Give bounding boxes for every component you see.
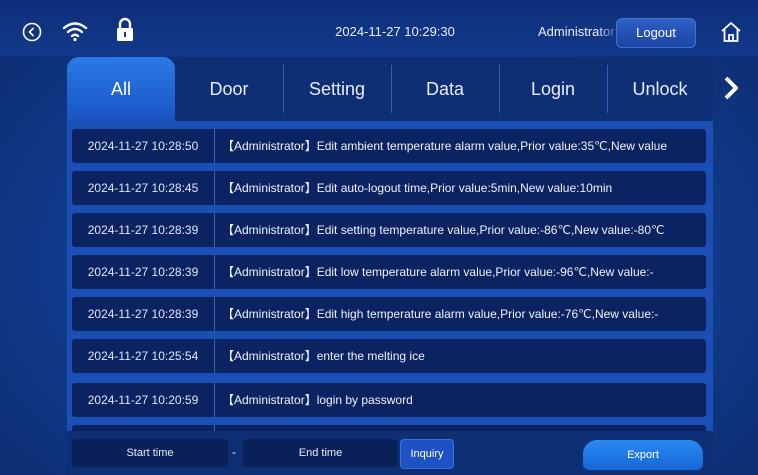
log-text: 【Administrator】login by password bbox=[222, 393, 413, 407]
log-text: 【Administrator】Edit low temperature alar… bbox=[222, 265, 654, 279]
lock-icon bbox=[117, 17, 133, 41]
log-row[interactable]: 2024-11-27 10:28:39 【Administrator】Edit … bbox=[72, 213, 706, 247]
range-dash: - bbox=[232, 445, 236, 459]
log-time: 2024-11-27 10:28:45 bbox=[72, 171, 215, 205]
wifi-icon bbox=[62, 22, 88, 42]
home-icon[interactable] bbox=[720, 21, 742, 43]
log-row[interactable]: 2024-11-27 10:28:39 【Administrator】Edit … bbox=[72, 255, 706, 289]
category-tabs: All Door Setting Data Login Unlock bbox=[67, 57, 713, 121]
inquiry-button[interactable]: Inquiry bbox=[400, 439, 454, 469]
log-time: 2024-11-27 10:28:39 bbox=[72, 297, 215, 331]
back-circle-icon[interactable] bbox=[22, 22, 42, 42]
current-user: Administrator bbox=[538, 24, 615, 39]
log-text: 【Administrator】Edit ambient temperature … bbox=[222, 139, 667, 153]
log-text: 【Administrator】Edit auto-logout time,Pri… bbox=[222, 181, 613, 195]
tab-data[interactable]: Data bbox=[391, 57, 499, 121]
log-row[interactable]: 2024-11-27 10:20:59 【Administrator】login… bbox=[72, 383, 706, 417]
log-text: 【Administrator】enter the melting ice bbox=[222, 349, 425, 363]
log-row[interactable]: 2024-11-27 10:28:45 【Administrator】Edit … bbox=[72, 171, 706, 205]
log-time: 2024-11-27 10:28:39 bbox=[72, 255, 215, 289]
start-time-field[interactable]: Start time bbox=[72, 439, 228, 467]
end-time-field[interactable]: End time bbox=[243, 439, 398, 467]
log-time: 2024-11-27 10:28:50 bbox=[72, 129, 215, 163]
log-time: 2024-11-27 10:28:39 bbox=[72, 213, 215, 247]
export-button[interactable]: Export bbox=[583, 440, 703, 470]
chevron-right-icon[interactable] bbox=[722, 75, 740, 101]
tab-setting[interactable]: Setting bbox=[283, 57, 391, 121]
log-list[interactable]: 2024-11-27 10:28:50 【Administrator】Edit … bbox=[67, 121, 713, 431]
log-time: 2024-11-27 10:25:54 bbox=[72, 339, 215, 373]
log-row[interactable]: 2024-11-27 10:28:39 【Administrator】Edit … bbox=[72, 297, 706, 331]
log-row[interactable]: 2024-11-27 10:25:54 【Administrator】enter… bbox=[72, 339, 706, 373]
tab-all[interactable]: All bbox=[67, 57, 175, 121]
log-text: 【Administrator】Edit setting temperature … bbox=[222, 223, 665, 237]
tab-login[interactable]: Login bbox=[499, 57, 607, 121]
logout-button[interactable]: Logout bbox=[616, 18, 696, 48]
status-bar: 2024-11-27 10:29:30 Administrator Logout bbox=[0, 0, 758, 56]
log-time: 2024-11-27 10:20:59 bbox=[72, 383, 215, 417]
tab-door[interactable]: Door bbox=[175, 57, 283, 121]
log-text: 【Administrator】Edit high temperature ala… bbox=[222, 307, 659, 321]
tab-unlock[interactable]: Unlock bbox=[607, 57, 713, 121]
current-datetime: 2024-11-27 10:29:30 bbox=[335, 24, 455, 39]
log-row[interactable]: 2024-11-27 10:28:50 【Administrator】Edit … bbox=[72, 129, 706, 163]
